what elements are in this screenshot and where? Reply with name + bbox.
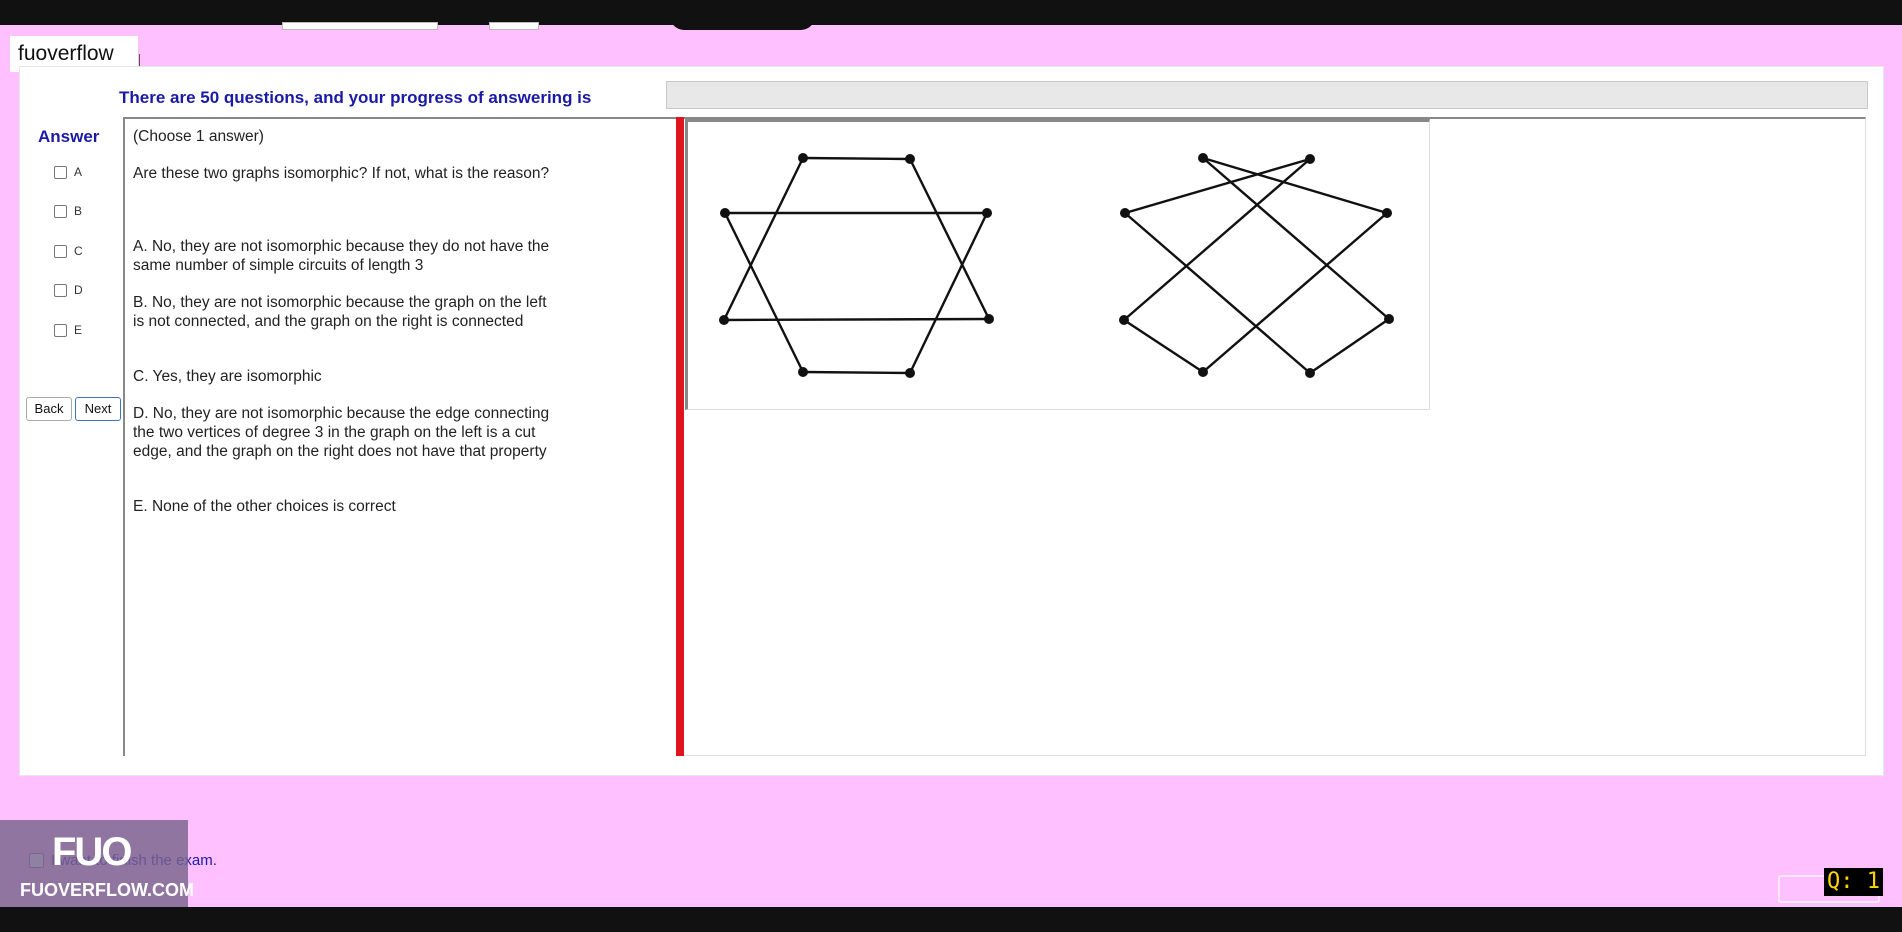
answer-option-c[interactable]: C bbox=[54, 243, 83, 259]
right-graph-edges bbox=[1123, 156, 1390, 374]
pane-divider[interactable] bbox=[676, 117, 684, 756]
fuoverflow-watermark: FUO FUOVERFLOW.COM bbox=[0, 820, 194, 907]
choice-d-text: D. No, they are not isomorphic because t… bbox=[133, 405, 550, 460]
bottom-bar bbox=[0, 907, 1902, 932]
option-d-checkbox[interactable] bbox=[54, 283, 67, 297]
choice-b-text: B. No, they are not isomorphic because t… bbox=[133, 294, 547, 330]
option-c-label: C bbox=[74, 244, 83, 258]
option-a-label: A bbox=[74, 165, 83, 179]
left-graph-vertices bbox=[719, 153, 994, 378]
answer-option-e[interactable]: E bbox=[54, 322, 82, 338]
clock-glyph bbox=[670, 0, 815, 30]
option-e-checkbox[interactable] bbox=[54, 323, 67, 337]
answer-option-a[interactable]: A bbox=[54, 164, 82, 180]
progress-bar bbox=[666, 81, 1868, 109]
option-b-checkbox[interactable] bbox=[54, 204, 67, 218]
option-c-checkbox[interactable] bbox=[54, 244, 67, 258]
graphs-figure bbox=[719, 153, 1394, 378]
answer-option-b[interactable]: B bbox=[54, 203, 82, 219]
question-figure bbox=[685, 119, 1430, 410]
choice-c-text: C. Yes, they are isomorphic bbox=[133, 368, 322, 385]
answer-option-d[interactable]: D bbox=[54, 282, 83, 298]
choice-a-text: A. No, they are not isomorphic because t… bbox=[133, 238, 550, 274]
question-counter: Q: 1 bbox=[1824, 868, 1883, 896]
choice-e-text: E. None of the other choices is correct bbox=[133, 498, 396, 515]
question-prompt: Are these two graphs isomorphic? If not,… bbox=[133, 165, 550, 182]
back-button[interactable]: Back bbox=[26, 397, 72, 421]
option-e-label: E bbox=[74, 323, 83, 337]
next-button[interactable]: Next bbox=[75, 397, 121, 421]
question-instruction: (Choose 1 answer) bbox=[133, 128, 264, 145]
progress-label: There are 50 questions, and your progres… bbox=[119, 88, 592, 107]
answer-title: Answer bbox=[38, 127, 100, 146]
top-input-slot bbox=[282, 22, 438, 30]
option-b-label: B bbox=[74, 204, 83, 218]
option-d-label: D bbox=[74, 283, 83, 297]
left-graph-edges bbox=[722, 156, 991, 375]
option-a-checkbox[interactable] bbox=[54, 165, 67, 179]
logo-text: FUOVERFLOW.COM bbox=[20, 880, 194, 900]
logo-mark: FUO bbox=[52, 830, 132, 874]
top-button-slot bbox=[489, 22, 539, 30]
